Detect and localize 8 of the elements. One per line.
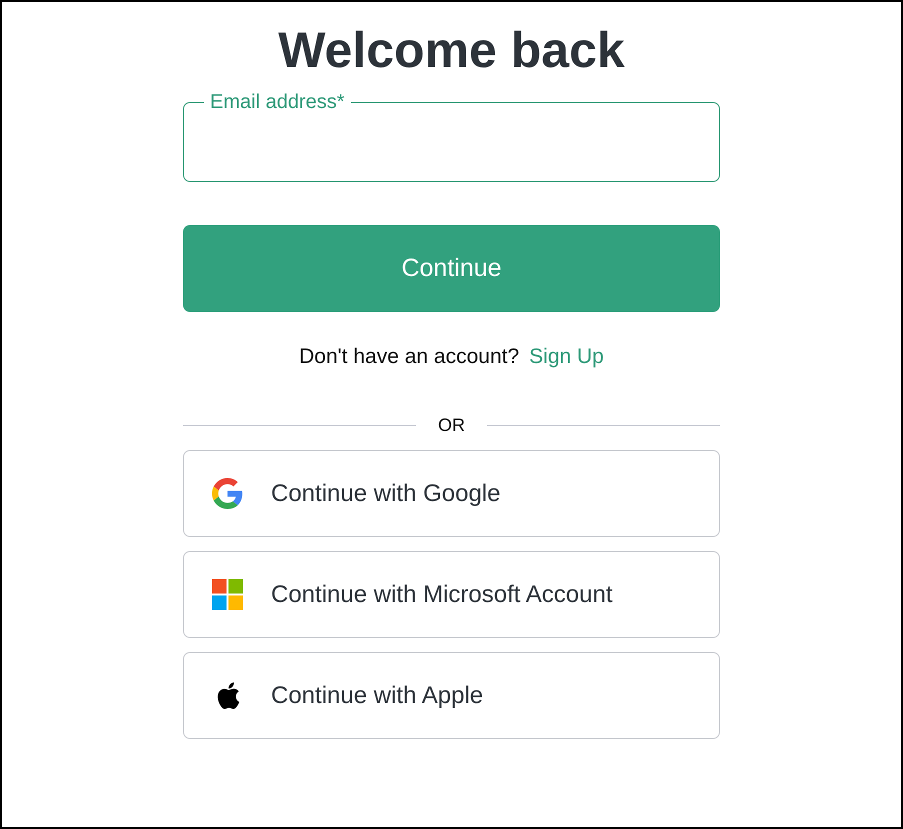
or-divider-label: OR [438,415,465,436]
social-login-button[interactable]: Continue with Microsoft Account [183,551,720,638]
signup-prompt: Don't have an account? [299,345,520,368]
google-g-icon [212,478,243,509]
four-squares-icon [212,579,243,610]
social-login-button[interactable]: Continue with Google [183,450,720,537]
social-login-button[interactable]: Continue with Apple [183,652,720,739]
page-title: Welcome back [278,21,625,80]
